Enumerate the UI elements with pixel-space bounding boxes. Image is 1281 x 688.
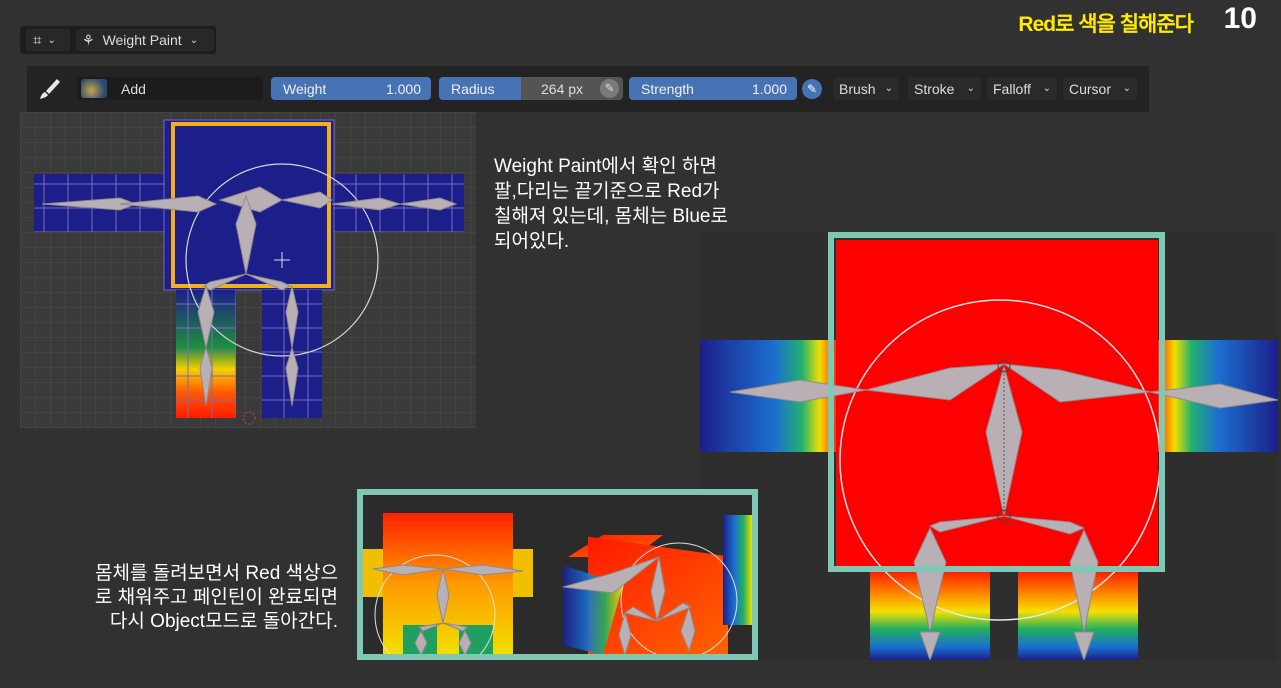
brush-preview-icon [81, 79, 107, 98]
chevron-down-icon: ⌄ [966, 83, 975, 94]
highlight-frame-rotated [357, 489, 758, 660]
stroke-menu[interactable]: Stroke ⌄ [908, 77, 981, 100]
pressure-pen-icon[interactable]: ✎ [802, 79, 822, 99]
annotation-line: 몸체를 돌려보면서 Red 색상으 [95, 563, 338, 584]
slide-title: Red로 색을 칠해준다 [1018, 13, 1194, 36]
annotation-top: Weight Paint에서 확인 하면 팔,다리는 끝기준으로 Red가 칠해… [494, 154, 728, 254]
armature-icon: ⌗ [33, 31, 42, 49]
chevron-down-icon: ⌄ [1042, 83, 1051, 94]
cursor-menu[interactable]: Cursor ⌄ [1063, 77, 1137, 100]
radius-value: 264 px [541, 80, 584, 97]
annotation-bottom: 몸체를 돌려보면서 Red 색상으 로 채워주고 페인틴이 완료되면 다시 Ob… [60, 562, 338, 634]
brush-menu-label: Brush [839, 80, 876, 97]
brush-selector[interactable]: Add [77, 77, 263, 100]
pressure-pen-icon[interactable]: ✎ [600, 79, 619, 98]
annotation-line: 되어있다. [494, 231, 570, 252]
editor-type-button[interactable]: ⌗ ⌄ [26, 29, 70, 51]
viewport-front[interactable] [20, 112, 476, 428]
annotation-line: 팔,다리는 끝기준으로 Red가 [494, 181, 720, 202]
radius-label: Radius [451, 80, 495, 97]
weight-value: 1.000 [385, 80, 421, 97]
brush-menu[interactable]: Brush ⌄ [833, 77, 899, 100]
chevron-down-icon: ⌄ [189, 34, 199, 46]
page-number: 10 [1223, 2, 1257, 35]
mode-select[interactable]: ⚘ Weight Paint ⌄ [76, 29, 214, 51]
falloff-menu[interactable]: Falloff ⌄ [987, 77, 1057, 100]
annotation-line: 로 채워주고 페인틴이 완료되면 [94, 587, 338, 608]
tool-settings-bar: Add Weight 1.000 Radius 264 px ✎ Strengt… [27, 66, 1149, 112]
annotation-line: 다시 Object모드로 돌아간다. [109, 611, 338, 632]
chevron-down-icon: ⌄ [1122, 83, 1131, 94]
strength-value: 1.000 [751, 80, 787, 97]
weight-paint-icon: ⚘ [82, 31, 95, 48]
annotation-line: 칠해져 있는데, 몸체는 Blue로 [494, 206, 728, 227]
weight-label: Weight [283, 80, 327, 97]
chevron-down-icon: ⌄ [47, 34, 56, 46]
stroke-menu-label: Stroke [914, 80, 955, 97]
annotation-line: Weight Paint에서 확인 하면 [494, 156, 717, 177]
weight-paint-mesh-front [34, 119, 464, 425]
chevron-down-icon: ⌄ [884, 83, 893, 94]
brush-tool-icon[interactable] [37, 76, 63, 102]
highlight-frame-closeup [828, 232, 1165, 572]
mode-bar: ⌗ ⌄ ⚘ Weight Paint ⌄ [20, 26, 216, 54]
falloff-menu-label: Falloff [993, 80, 1031, 97]
radius-field[interactable]: Radius [439, 77, 521, 100]
radius-value-field[interactable]: 264 px ✎ [521, 77, 623, 100]
strength-label: Strength [641, 80, 694, 97]
strength-field[interactable]: Strength 1.000 [629, 77, 797, 100]
mode-label: Weight Paint [102, 32, 182, 48]
weight-field[interactable]: Weight 1.000 [271, 77, 431, 100]
cursor-menu-label: Cursor [1069, 80, 1112, 97]
brush-name: Add [121, 80, 146, 97]
